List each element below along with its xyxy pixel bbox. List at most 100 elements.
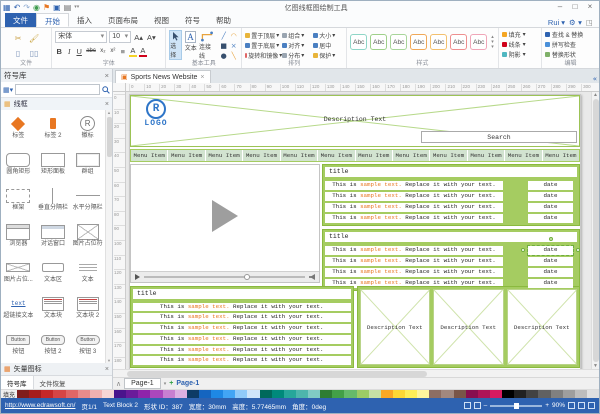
tab-insert[interactable]: 插入 <box>69 13 100 27</box>
zoom-knob[interactable] <box>514 403 519 409</box>
underline-button[interactable]: U <box>75 47 83 56</box>
font-color-button[interactable]: A <box>139 46 147 57</box>
sample-text[interactable]: This is sample text. Replace it with you… <box>133 313 351 322</box>
search-icon[interactable] <box>102 86 110 94</box>
view-mode-2-icon[interactable] <box>474 402 481 409</box>
account-menu[interactable]: Rui ▾ <box>548 18 565 27</box>
connector-tool[interactable]: 连接线 <box>199 30 215 60</box>
date-block-selected[interactable]: date <box>528 246 573 255</box>
tab-page-layout[interactable]: 页面布局 <box>100 13 146 27</box>
page-link[interactable]: Page-1 <box>176 380 199 387</box>
style-gallery-arrows[interactable]: ▴▾▾ <box>491 35 494 50</box>
symbol-hdiv[interactable]: 水平分隔栏 <box>70 184 105 220</box>
date-block[interactable]: date <box>528 203 573 212</box>
symbol-browser[interactable]: 浏览器 <box>1 220 36 256</box>
menu-item[interactable]: Menu Item <box>243 150 280 161</box>
copy-icon[interactable]: ▯▯ <box>30 49 39 58</box>
symbol-link[interactable]: text超链接文本 <box>1 292 36 328</box>
symbol-img[interactable]: 图片占位符 <box>70 220 105 256</box>
symbol-tag2[interactable]: 标签 2 <box>36 112 71 148</box>
sample-text[interactable]: This is sample text. Replace it with you… <box>325 192 503 201</box>
font-size-select[interactable]: 10▾ <box>109 31 131 43</box>
volume-icon[interactable] <box>309 274 315 280</box>
text-tool[interactable]: A 文本 <box>184 30 197 60</box>
sample-text[interactable]: This is sample text. Replace it with you… <box>133 356 351 365</box>
highlight-color-button[interactable]: A <box>129 46 137 57</box>
replace-shape-button[interactable]: 替换形状 <box>545 50 596 59</box>
symbol-btn2[interactable]: Button按钮 2 <box>36 328 71 363</box>
send-to-back-button[interactable]: 置于底层▾ <box>245 41 282 50</box>
center-button[interactable]: 居中 <box>313 41 343 50</box>
symbol-btn[interactable]: Button按钮 <box>1 328 36 363</box>
fill-button[interactable]: 填充 ▾ <box>502 30 538 39</box>
flag-icon[interactable]: ⚑ <box>43 2 50 13</box>
save-icon[interactable]: ▣ <box>53 2 61 13</box>
date-block[interactable]: date <box>528 192 573 201</box>
collapse-right-panel-icon[interactable]: « <box>593 75 599 83</box>
rectangle-tool-icon[interactable]: ■ <box>219 42 228 51</box>
list-title[interactable]: title <box>325 167 577 177</box>
style-swatch[interactable]: Abc <box>370 34 387 50</box>
group-button[interactable]: 组合▾ <box>282 31 313 40</box>
panel-scrollbar[interactable]: ▲▼ <box>105 110 112 363</box>
zoom-in-button[interactable]: + <box>545 402 549 409</box>
vertical-scrollbar[interactable]: ▲▼ <box>591 92 599 369</box>
pages-collapse-icon[interactable]: ∧ <box>116 380 121 388</box>
size-button[interactable]: 大小▾ <box>313 31 343 40</box>
menu-item[interactable]: Menu Item <box>543 150 579 161</box>
shrink-font-button[interactable]: A▾ <box>146 33 157 42</box>
panel-tab-symbols[interactable]: 符号库 <box>1 376 34 389</box>
line-button[interactable]: 线条 ▾ <box>502 40 538 49</box>
subscript-button[interactable]: x₂ <box>99 48 107 54</box>
symbol-search-input[interactable] <box>15 84 100 95</box>
sample-text[interactable]: This is sample text. Replace it with you… <box>325 257 503 266</box>
bold-button[interactable]: B <box>55 47 63 56</box>
align-button[interactable]: 对齐▾ <box>282 41 313 50</box>
symbol-tblock[interactable]: 文本块 <box>36 292 71 328</box>
style-swatch[interactable]: Abc <box>410 34 427 50</box>
list-title[interactable]: title <box>133 289 351 299</box>
date-block[interactable]: date <box>528 257 573 266</box>
arc-tool-icon[interactable]: ◠ <box>229 32 238 41</box>
symbol-frame[interactable]: 框架 <box>1 184 36 220</box>
paste-icon[interactable]: ▯ <box>16 49 20 58</box>
rotation-handle[interactable] <box>549 237 553 241</box>
rotate-mirror-button[interactable]: 旋转和镜像▾ <box>245 51 282 60</box>
sample-text[interactable]: This is sample text. Replace it with you… <box>325 268 503 277</box>
tab-symbols[interactable]: 符号 <box>177 13 208 27</box>
cut-icon[interactable]: ✂ <box>15 34 22 43</box>
maximize-button[interactable]: □ <box>568 2 582 13</box>
image-placeholder-box[interactable]: Description Text <box>507 289 578 365</box>
superscript-button[interactable]: x² <box>109 48 117 54</box>
header-description-text[interactable]: Description Text <box>131 116 579 123</box>
sample-text[interactable]: This is sample text. Replace it with you… <box>133 303 351 312</box>
sample-text[interactable]: This is sample text. Replace it with you… <box>133 335 351 344</box>
menu-item[interactable]: Menu Item <box>206 150 243 161</box>
image-placeholder-box[interactable]: Description Text <box>433 289 504 365</box>
sample-text[interactable]: This is sample text. Replace it with you… <box>325 246 503 255</box>
symbol-rrect[interactable]: 圆角矩形 <box>1 148 36 184</box>
date-block[interactable]: date <box>528 268 573 277</box>
tab-view[interactable]: 视图 <box>146 13 177 27</box>
menu-item[interactable]: Menu Item <box>131 150 168 161</box>
style-swatch[interactable]: Abc <box>350 34 367 50</box>
horizontal-scrollbar[interactable] <box>113 369 599 377</box>
selection-handle[interactable] <box>521 248 525 252</box>
menu-item[interactable]: Menu Item <box>505 150 542 161</box>
document-close-icon[interactable]: × <box>200 74 204 81</box>
sample-text[interactable]: This is sample text. Replace it with you… <box>325 203 503 212</box>
bullets-icon[interactable]: ≡ <box>119 47 127 56</box>
symbol-vdiv[interactable]: 垂直分隔栏 <box>36 184 71 220</box>
sample-text[interactable]: This is sample text. Replace it with you… <box>325 181 503 190</box>
fit-width-icon[interactable] <box>578 402 585 409</box>
document-tab[interactable]: ▣ Sports News Website × <box>115 70 211 83</box>
settings-gear-icon[interactable]: ⚙ ▾ <box>569 18 582 27</box>
symbol-rect[interactable]: 矩形面板 <box>36 148 71 184</box>
page-tab[interactable]: Page-1 <box>124 378 161 389</box>
menu-item[interactable]: Menu Item <box>356 150 393 161</box>
symbol-text[interactable]: 文本 <box>70 256 105 292</box>
spellcheck-button[interactable]: 拼写检查 <box>545 40 596 49</box>
zoom-slider[interactable] <box>490 405 542 407</box>
symbol-tarea[interactable]: 文本区 <box>36 256 71 292</box>
menu-item[interactable]: Menu Item <box>468 150 505 161</box>
